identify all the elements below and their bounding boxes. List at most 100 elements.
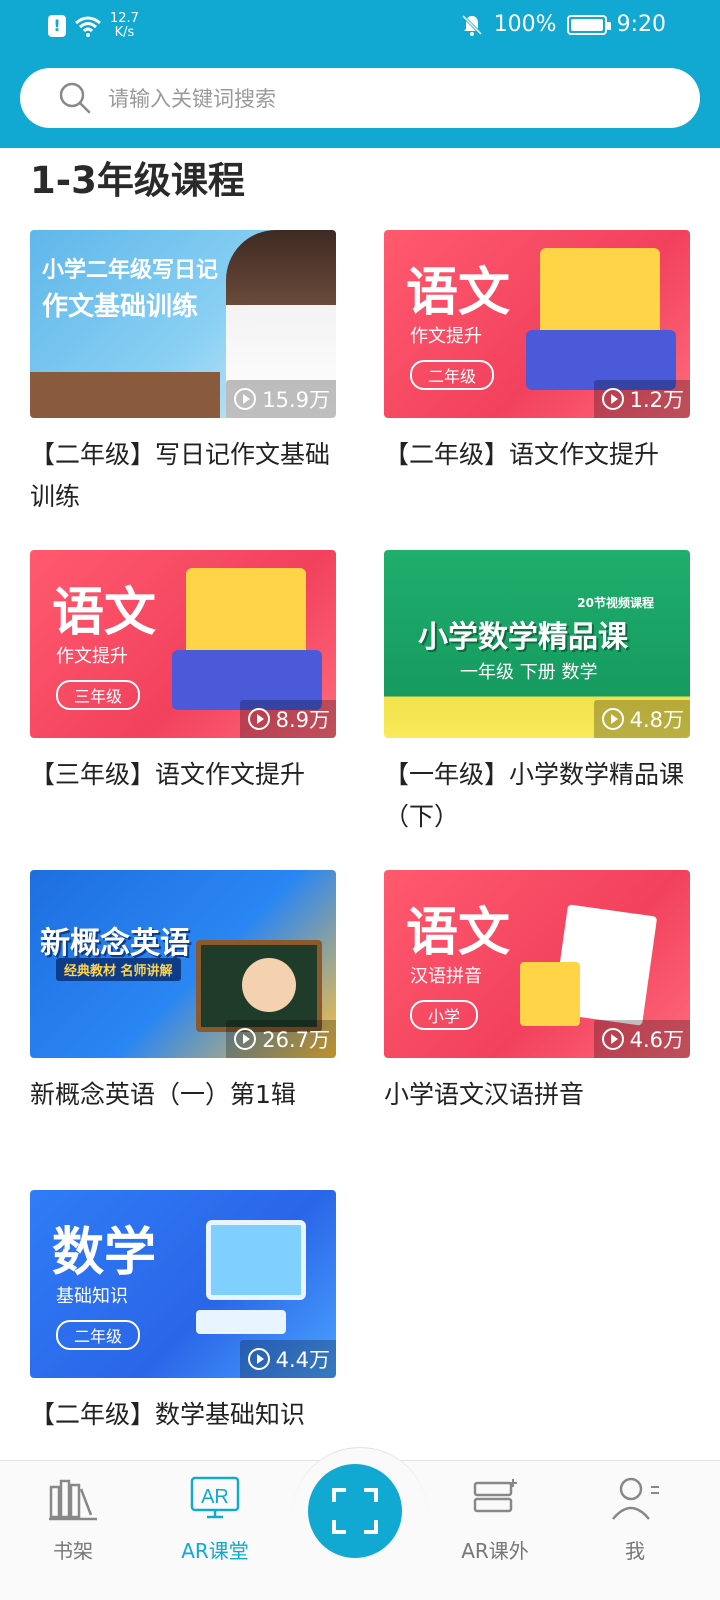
thumb-sub: 基础知识 [56,1286,128,1307]
course-card[interactable]: 数学 基础知识 二年级 4.4万 【二年级】数学基础知识 [30,1190,336,1440]
course-title[interactable]: 新概念英语（一）第1辑 [30,1074,336,1116]
network-speed-value: 12.7 [110,11,139,26]
scan-icon [332,1488,378,1534]
ar-class-icon: AR [190,1476,240,1519]
thumb-line2: 作文基础训练 [42,292,199,322]
section-title: 1-3年级课程 [30,159,245,202]
view-count: 4.8万 [593,700,690,738]
nav-label-ar-class: AR课堂 [181,1539,249,1563]
illustration-keyboard [196,1310,286,1334]
course-thumbnail[interactable]: 小学二年级写日记 作文基础训练 15.9万 [30,230,336,418]
view-count-value: 4.6万 [629,1028,684,1052]
view-count-value: 8.9万 [275,708,330,732]
nav-item-ar-class[interactable]: AR AR课堂 [160,1475,270,1564]
view-count-value: 4.8万 [629,708,684,732]
view-count: 8.9万 [239,700,336,738]
course-card[interactable]: 小学二年级写日记 作文基础训练 15.9万 【二年级】写日记作文基础训练 [30,230,336,518]
course-card[interactable]: 语文 作文提升 三年级 8.9万 【三年级】语文作文提升 [30,550,336,796]
view-count-value: 4.4万 [275,1348,330,1372]
course-title[interactable]: 小学语文汉语拼音 [384,1074,690,1116]
network-speed: 12.7 K/s [110,12,139,40]
bottom-nav: 书架 AR AR课堂 AR课外 我 [0,1447,720,1600]
thumb-subject: 语文 [52,583,157,643]
view-count: 1.2万 [593,380,690,418]
course-thumbnail[interactable]: 数学 基础知识 二年级 4.4万 [30,1190,336,1378]
course-title[interactable]: 【三年级】语文作文提升 [30,754,336,796]
illustration-monitor [206,1220,306,1300]
user-icon [612,1477,659,1520]
nav-item-me[interactable]: 我 [580,1475,690,1564]
thumb-sub: 一年级 下册 数学 [460,662,598,683]
thumb-tag: 小学 [410,1000,479,1030]
course-card[interactable]: 语文 汉语拼音 小学 4.6万 小学语文汉语拼音 [384,870,690,1116]
nav-item-bookshelf[interactable]: 书架 [18,1475,128,1564]
course-thumbnail[interactable]: 语文 作文提升 三年级 8.9万 [30,550,336,738]
nav-item-ar-extra[interactable]: AR课外 [440,1475,550,1564]
thumb-main: 新概念英语 [40,926,190,961]
view-count: 26.7万 [226,1020,336,1058]
ar-extra-icon [473,1479,517,1513]
svg-text:AR: AR [201,1486,229,1508]
play-icon [601,708,624,730]
thumb-subject: 语文 [406,263,511,323]
thumb-sub: 作文提升 [410,326,482,347]
play-icon [601,1028,624,1050]
battery-icon [566,14,611,35]
thumb-sub: 经典教材 名师讲解 [56,958,181,981]
thumb-sub: 汉语拼音 [410,966,482,987]
course-title[interactable]: 【二年级】语文作文提升 [384,434,690,476]
thumb-badge: 20节视频课程 [577,596,654,610]
search-icon [59,82,91,114]
bell-muted-icon [461,14,482,36]
view-count: 15.9万 [226,380,336,418]
thumb-subject: 数学 [52,1223,157,1283]
play-icon [234,1028,257,1050]
play-icon [247,1348,270,1370]
thumb-line1: 小学二年级写日记 [42,258,219,283]
network-speed-unit: K/s [114,25,135,40]
thumb-tag: 二年级 [56,1320,141,1350]
course-card[interactable]: 20节视频课程 小学数学精品课 一年级 下册 数学 4.8万 【一年级】小学数学… [384,550,690,838]
course-thumbnail[interactable]: 新概念英语 经典教材 名师讲解 26.7万 [30,870,336,1058]
course-title[interactable]: 【二年级】写日记作文基础训练 [30,434,336,518]
course-title[interactable]: 【二年级】数学基础知识 [30,1394,336,1440]
thumb-tag: 三年级 [56,680,141,710]
app-header: ! 12.7 K/s 100% 9:20 请输入关键词搜索 [0,0,720,148]
books-photo [30,372,220,418]
bookshelf-icon [49,1479,97,1521]
view-count-value: 26.7万 [262,1028,330,1052]
illustration-teacher [242,958,296,1012]
scan-button[interactable] [308,1464,402,1558]
thumb-subject: 语文 [406,903,511,963]
thumb-main: 小学数学精品课 [418,620,628,655]
search-input[interactable]: 请输入关键词搜索 [108,83,276,113]
view-count-value: 15.9万 [262,388,330,412]
view-count-value: 1.2万 [629,388,684,412]
wifi-icon [75,16,101,37]
sim-alert-icon: ! [48,15,66,37]
illustration-board [540,248,660,340]
play-icon [234,388,257,410]
illustration-pencil-cup [520,962,580,1026]
course-thumbnail[interactable]: 语文 汉语拼音 小学 4.6万 [384,870,690,1058]
course-card[interactable]: 语文 作文提升 二年级 1.2万 【二年级】语文作文提升 [384,230,690,476]
status-bar: ! 12.7 K/s 100% 9:20 [0,0,720,52]
course-thumbnail[interactable]: 20节视频课程 小学数学精品课 一年级 下册 数学 4.8万 [384,550,690,738]
play-icon [247,708,270,730]
thumb-sub: 作文提升 [56,646,128,667]
view-count: 4.6万 [593,1020,690,1058]
course-card[interactable]: 新概念英语 经典教材 名师讲解 26.7万 新概念英语（一）第1辑 [30,870,336,1116]
thumb-tag: 二年级 [410,360,495,390]
nav-label-ar-extra: AR课外 [461,1539,529,1563]
nav-label-me: 我 [625,1539,645,1563]
play-icon [601,388,624,410]
course-thumbnail[interactable]: 语文 作文提升 二年级 1.2万 [384,230,690,418]
scan-button-wrap [292,1447,428,1583]
battery-percent: 100% [493,12,557,37]
course-title[interactable]: 【一年级】小学数学精品课（下） [384,754,690,838]
view-count: 4.4万 [239,1340,336,1378]
clock: 9:20 [616,12,666,37]
search-bar[interactable]: 请输入关键词搜索 [20,68,700,128]
illustration-board [186,568,306,660]
nav-label-bookshelf: 书架 [53,1539,93,1563]
